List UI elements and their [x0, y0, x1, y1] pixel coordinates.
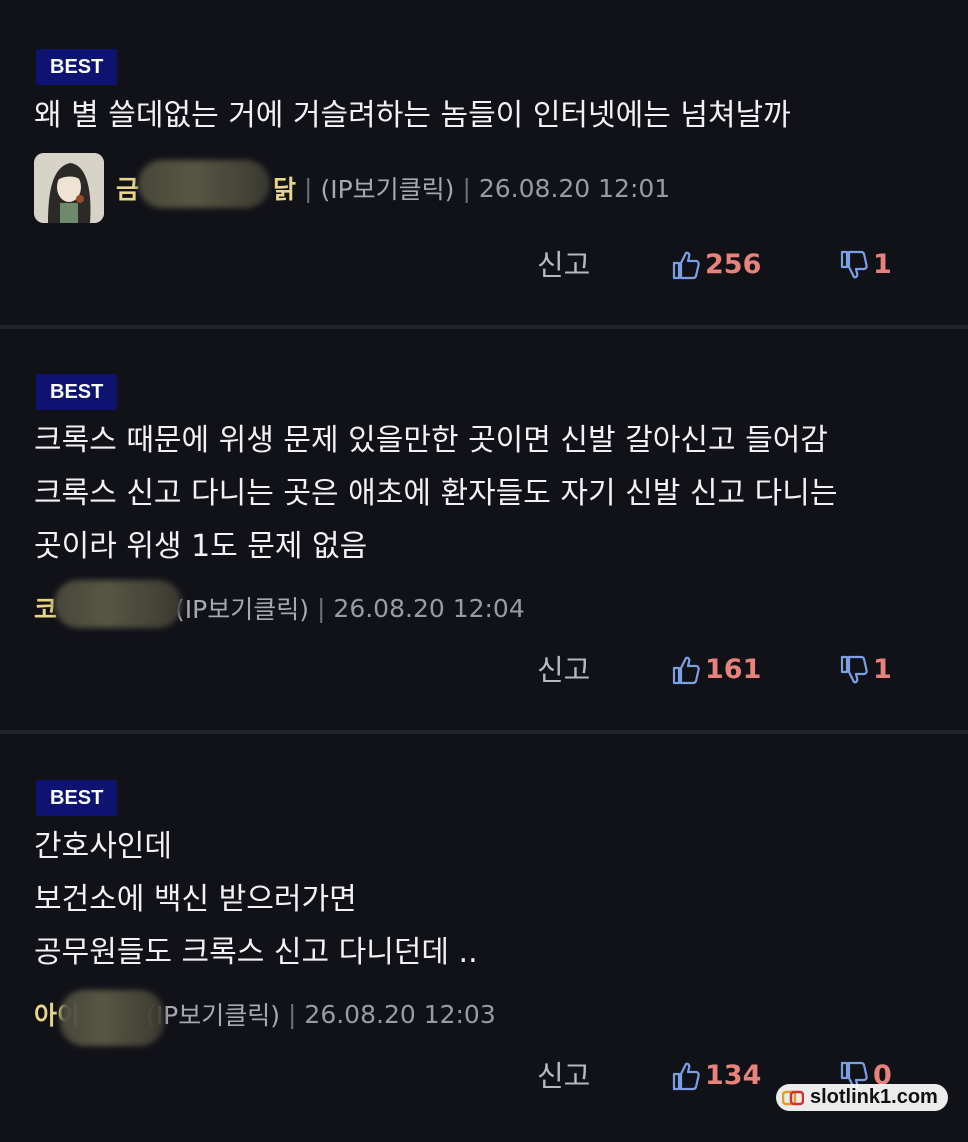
comment-meta: 코 (IP보기클릭) | 26.08.20 12:04: [34, 580, 525, 628]
watermark: slotlink1.com: [776, 1084, 948, 1111]
like-count: 134: [705, 1060, 762, 1091]
comment-meta: 금닭 | (IP보기클릭) | 26.08.20 12:01: [34, 153, 670, 223]
thumbs-up-icon: [672, 251, 700, 280]
separator: |: [462, 173, 471, 203]
timestamp: 26.08.20 12:01: [478, 173, 671, 203]
like-count: 256: [705, 249, 762, 280]
author-name[interactable]: 아이: [34, 990, 164, 1046]
best-badge: BEST: [36, 49, 118, 85]
avatar[interactable]: [34, 153, 104, 223]
ip-view-link[interactable]: (IP보기클릭): [320, 170, 454, 206]
report-button[interactable]: 신고: [537, 650, 590, 690]
thumbs-up-icon: [672, 656, 700, 685]
report-button[interactable]: 신고: [537, 1056, 590, 1096]
separator: |: [287, 999, 297, 1029]
like-button[interactable]: 256: [672, 247, 761, 283]
dislike-count: 1: [873, 654, 892, 685]
thumbs-down-icon: [840, 655, 868, 684]
like-button[interactable]: 161: [672, 652, 761, 688]
author-name[interactable]: 코: [34, 580, 182, 628]
link-icon: [782, 1090, 804, 1105]
comment-text: 크록스 때문에 위생 문제 있을만한 곳이면 신발 갈아신고 들어감 크록스 신…: [34, 423, 838, 564]
timestamp: 26.08.20 12:03: [304, 999, 496, 1029]
thumbs-up-icon: [672, 1062, 700, 1091]
comment-actions: 신고 256 1: [0, 245, 968, 285]
like-button[interactable]: 134: [672, 1058, 761, 1094]
watermark-text: slotlink1.com: [810, 1086, 938, 1108]
thumbs-down-icon: [840, 250, 868, 279]
comment-meta: 아이 (IP보기클릭) | 26.08.20 12:03: [34, 990, 496, 1046]
comment-text: 간호사인데 보건소에 백신 받으러가면 공무원들도 크록스 신고 다니던데 ..: [34, 829, 478, 970]
dislike-button[interactable]: 1: [840, 247, 892, 283]
comment-3: BEST 간호사인데 보건소에 백신 받으러가면 공무원들도 크록스 신고 다니…: [0, 734, 968, 1142]
comment-text: 왜 별 쓸데없는 거에 거슬려하는 놈들이 인터넷에는 넘쳐날까: [34, 98, 791, 133]
separator: |: [316, 593, 326, 623]
dislike-button[interactable]: 1: [840, 652, 892, 688]
ip-view-link[interactable]: (IP보기클릭): [175, 590, 309, 626]
best-badge: BEST: [36, 780, 118, 816]
like-count: 161: [705, 654, 762, 685]
comment-2: BEST 크록스 때문에 위생 문제 있을만한 곳이면 신발 갈아신고 들어감 …: [0, 329, 968, 730]
separator: |: [304, 173, 313, 203]
author-name[interactable]: 금닭: [116, 160, 296, 208]
timestamp: 26.08.20 12:04: [333, 593, 525, 623]
ip-view-link[interactable]: (IP보기클릭): [146, 996, 280, 1032]
comment-1: BEST 왜 별 쓸데없는 거에 거슬려하는 놈들이 인터넷에는 넘쳐날까 금닭…: [0, 0, 968, 325]
best-badge: BEST: [36, 374, 118, 410]
dislike-count: 1: [873, 249, 892, 280]
comment-actions: 신고 161 1: [0, 650, 968, 690]
report-button[interactable]: 신고: [537, 245, 590, 285]
